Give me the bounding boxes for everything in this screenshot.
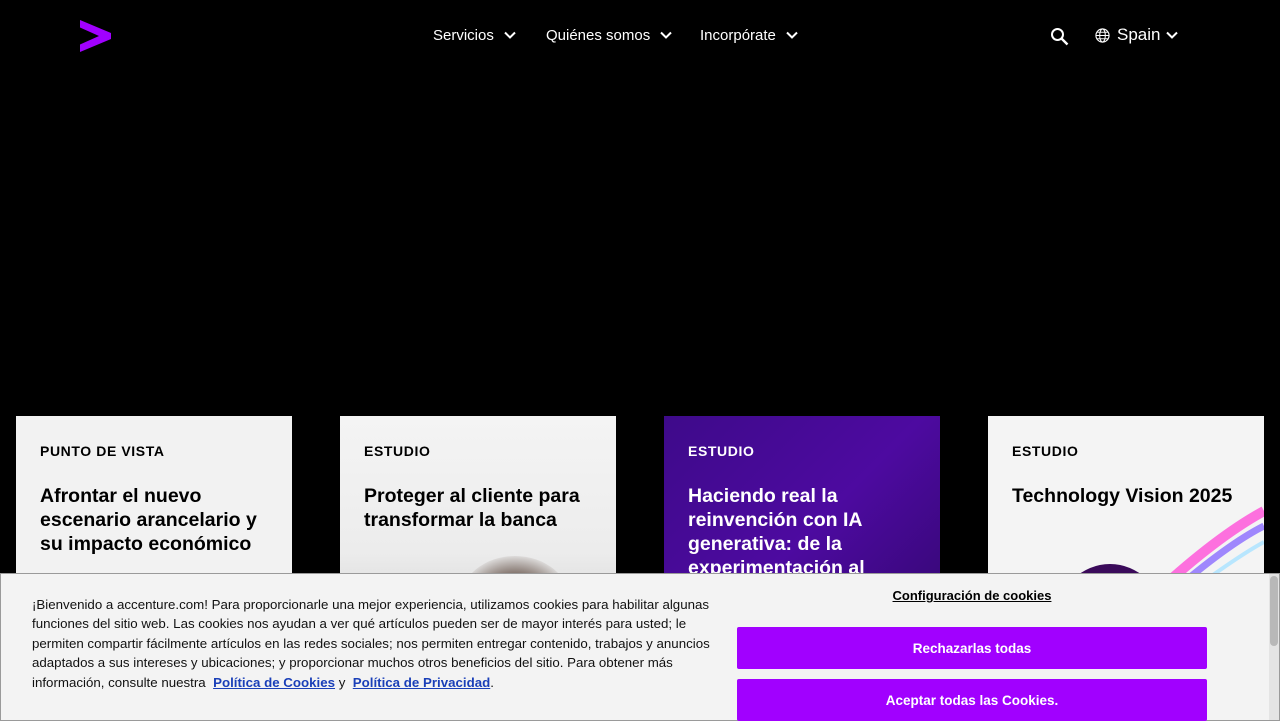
card-category: PUNTO DE VISTA [40,443,165,459]
card-category: ESTUDIO [688,443,755,459]
nav-incorporate-label: Incorpórate [700,26,776,44]
card-title: Proteger al cliente para transformar la … [364,485,580,531]
cookie-connector: y [338,674,346,690]
nav-incorporate[interactable]: Incorpórate [700,22,798,48]
nav-quienes-somos[interactable]: Quiénes somos [546,22,672,48]
scrollbar-thumb[interactable] [1270,576,1278,646]
card-title: Haciendo real la reinvención con IA gene… [688,485,865,579]
chevron-down-icon [786,31,798,39]
cookie-banner: ¡Bienvenido a accenture.com! Para propor… [0,573,1280,721]
nav-servicios[interactable]: Servicios [433,22,516,48]
cookie-message: ¡Bienvenido a accenture.com! Para propor… [32,595,712,692]
privacy-policy-link[interactable]: Política de Privacidad [353,675,490,690]
cookie-policy-link[interactable]: Política de Cookies [213,675,335,690]
nav-servicios-label: Servicios [433,26,494,44]
chevron-down-icon [1166,31,1179,39]
card-title: Technology Vision 2025 [1012,485,1233,507]
chevron-down-icon [660,31,672,39]
accenture-logo[interactable] [80,20,111,52]
card-title: Afrontar el nuevo escenario arancelario … [40,485,257,555]
accept-all-button[interactable]: Aceptar todas las Cookies. [737,679,1207,721]
chevron-down-icon [504,31,516,39]
search-icon[interactable] [1050,27,1069,46]
globe-icon [1095,27,1110,43]
card-category: ESTUDIO [1012,443,1079,459]
cookie-scrollbar[interactable] [1269,574,1279,720]
card-category: ESTUDIO [364,443,431,459]
nav-quienes-somos-label: Quiénes somos [546,26,651,44]
country-selector[interactable]: Spain [1095,22,1179,48]
reject-all-button[interactable]: Rechazarlas todas [737,627,1207,669]
cookie-message-end: . [490,674,494,690]
country-label: Spain [1117,25,1161,44]
cookie-settings-link[interactable]: Configuración de cookies [737,588,1207,603]
